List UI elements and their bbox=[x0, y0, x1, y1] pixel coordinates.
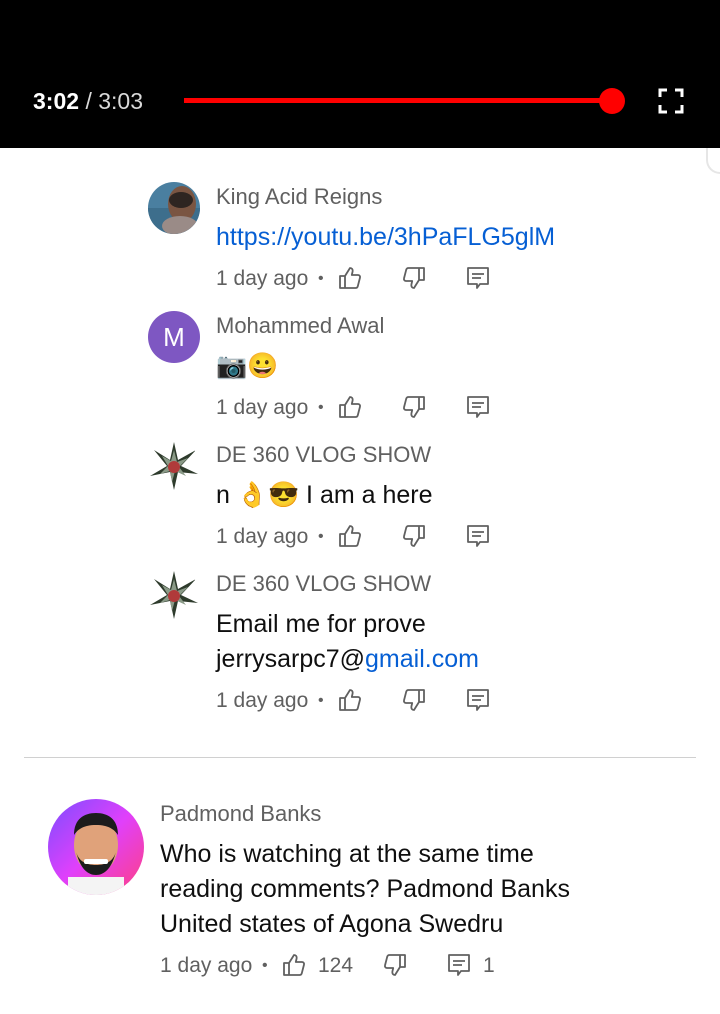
comment-text: https://youtu.be/3hPaFLG5glM bbox=[216, 220, 555, 255]
comment-text: Email me for prove bbox=[216, 610, 426, 638]
reply-icon[interactable] bbox=[465, 687, 491, 713]
comment-time: 1 day ago bbox=[216, 396, 309, 419]
comment-time: 1 day ago bbox=[216, 525, 309, 548]
separator-dot: • bbox=[318, 692, 324, 709]
comment-time: 1 day ago bbox=[216, 267, 309, 290]
progress-bar[interactable] bbox=[184, 98, 612, 103]
separator-dot: • bbox=[318, 528, 324, 545]
comment-author[interactable]: King Acid Reigns bbox=[216, 184, 382, 210]
video-player[interactable]: 3:02 / 3:03 bbox=[0, 0, 720, 148]
thumb-up-icon[interactable] bbox=[337, 523, 363, 549]
scrubber-handle[interactable] bbox=[599, 88, 625, 114]
comment-text: n 👌😎 I am a here bbox=[216, 481, 433, 509]
comment-text-line: reading comments? Padmond Banks bbox=[160, 875, 570, 903]
reply-icon[interactable] bbox=[465, 523, 491, 549]
comment-text: 📷😀 bbox=[216, 352, 279, 380]
comment-text-line: jerrysarpc7@gmail.com bbox=[216, 642, 479, 677]
reply-icon[interactable] bbox=[465, 265, 491, 291]
thumb-down-icon[interactable] bbox=[401, 687, 427, 713]
fullscreen-icon[interactable] bbox=[658, 88, 684, 114]
thumb-down-icon[interactable] bbox=[401, 394, 427, 420]
comment-time: 1 day ago bbox=[216, 689, 309, 712]
like-count: 124 bbox=[318, 954, 354, 977]
thumb-up-icon[interactable] bbox=[337, 265, 363, 291]
comment-author[interactable]: Padmond Banks bbox=[160, 801, 321, 827]
avatar[interactable] bbox=[148, 182, 200, 234]
thumb-down-icon[interactable] bbox=[382, 952, 408, 978]
comment-actions: 1 day ago • bbox=[216, 265, 516, 295]
comment-author[interactable]: DE 360 VLOG SHOW bbox=[216, 571, 431, 597]
comment-time: 1 day ago bbox=[160, 954, 253, 977]
email-link[interactable]: gmail.com bbox=[365, 645, 479, 673]
avatar[interactable]: M bbox=[148, 311, 200, 363]
separator-dot: • bbox=[318, 270, 324, 287]
reply-count[interactable]: 1 bbox=[483, 954, 495, 978]
separator-dot: • bbox=[262, 957, 268, 974]
reply-icon[interactable] bbox=[446, 952, 472, 978]
sheet-edge bbox=[706, 148, 720, 174]
duration: 3:03 bbox=[98, 88, 143, 114]
comment-actions: 1 day ago • bbox=[216, 687, 516, 717]
avatar[interactable] bbox=[148, 440, 200, 492]
separator-dot: • bbox=[318, 399, 324, 416]
avatar[interactable] bbox=[48, 799, 144, 895]
comment-author[interactable]: Mohammed Awal bbox=[216, 313, 384, 339]
time-display: 3:02 / 3:03 bbox=[33, 88, 143, 115]
time-separator: / bbox=[85, 88, 92, 114]
thumb-up-icon[interactable] bbox=[281, 952, 307, 978]
current-time: 3:02 bbox=[33, 88, 80, 114]
thumb-up-icon[interactable] bbox=[337, 394, 363, 420]
thumb-up-icon[interactable] bbox=[337, 687, 363, 713]
thumb-down-icon[interactable] bbox=[401, 265, 427, 291]
email-prefix: jerrysarpc7@ bbox=[216, 645, 366, 673]
thumb-down-icon[interactable] bbox=[401, 523, 427, 549]
reply-icon[interactable] bbox=[465, 394, 491, 420]
avatar-letter: M bbox=[163, 322, 185, 352]
comment-actions: 1 day ago • bbox=[216, 394, 516, 424]
comment-actions: 1 day ago • 124 1 bbox=[160, 952, 520, 982]
comment-actions: 1 day ago • bbox=[216, 523, 516, 553]
comment-text-line: Who is watching at the same time bbox=[160, 840, 534, 868]
comment-link[interactable]: https://youtu.be/3hPaFLG5glM bbox=[216, 223, 555, 251]
comment-text-line: United states of Agona Swedru bbox=[160, 910, 504, 938]
divider bbox=[24, 757, 696, 758]
avatar[interactable] bbox=[148, 569, 200, 621]
comment-author[interactable]: DE 360 VLOG SHOW bbox=[216, 442, 431, 468]
